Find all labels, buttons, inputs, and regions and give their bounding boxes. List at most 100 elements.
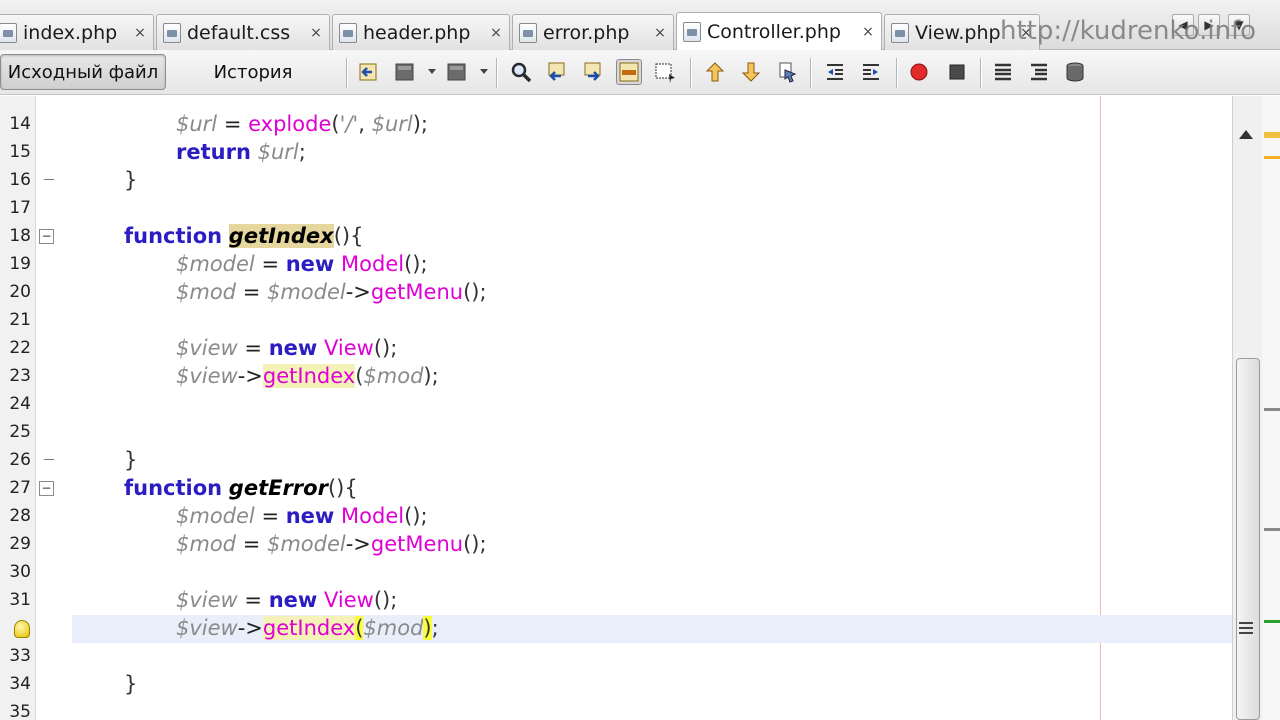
- code-line: 29 $mod = $model->getMenu();: [0, 530, 1232, 558]
- code-line: 20 $mod = $model->getMenu();: [0, 278, 1232, 306]
- occurrence-marker[interactable]: [1264, 528, 1280, 531]
- code-line: 27 − function getError(){: [0, 474, 1232, 502]
- toolbar-separator: [810, 58, 812, 88]
- fold-toggle-icon[interactable]: −: [39, 481, 54, 496]
- code-text: $model = new Model();: [176, 504, 428, 528]
- error-stripe[interactable]: [1262, 96, 1280, 720]
- code-line: 34 }: [0, 670, 1232, 698]
- code-text: $url = explode('/', $url);: [176, 112, 428, 136]
- hint-lightbulb-icon[interactable]: [14, 620, 30, 638]
- line-number: 29: [9, 534, 31, 554]
- code-line: 17: [0, 194, 1232, 222]
- next-bookmark-icon[interactable]: [738, 59, 764, 85]
- line-number: 26: [9, 450, 31, 470]
- line-number: 18: [9, 226, 31, 246]
- back-dropdown-icon[interactable]: [428, 69, 436, 74]
- forward-dropdown-icon[interactable]: [480, 69, 488, 74]
- code-text: }: [124, 448, 138, 472]
- tab-index-php[interactable]: index.php ×: [0, 14, 154, 50]
- tab-controller-php[interactable]: Controller.php ×: [676, 12, 882, 51]
- line-number: 15: [9, 142, 31, 162]
- grip-icon: [1239, 627, 1253, 629]
- database-icon[interactable]: [1062, 59, 1088, 85]
- back-icon[interactable]: [392, 59, 418, 85]
- code-text: $view->getIndex($mod);: [176, 616, 439, 640]
- code-line: 14 $url = explode('/', $url);: [0, 110, 1232, 138]
- find-previous-icon[interactable]: [544, 59, 570, 85]
- occurrence-marker[interactable]: [1264, 408, 1280, 411]
- code-line: 35: [0, 698, 1232, 720]
- grip-icon: [1239, 632, 1253, 634]
- toolbar-separator: [346, 58, 348, 88]
- code-text: function getIndex(){: [124, 224, 364, 248]
- previous-bookmark-icon[interactable]: [702, 59, 728, 85]
- shift-left-icon[interactable]: [822, 59, 848, 85]
- source-view-button[interactable]: Исходный файл: [0, 54, 166, 90]
- code-line: 25: [0, 418, 1232, 446]
- line-number: 24: [9, 394, 31, 414]
- code-line: 23 $view->getIndex($mod);: [0, 362, 1232, 390]
- line-number: 21: [9, 310, 31, 330]
- code-line: 15 return $url;: [0, 138, 1232, 166]
- shift-right-icon[interactable]: [858, 59, 884, 85]
- comment-icon[interactable]: [990, 59, 1016, 85]
- stop-macro-recording-icon[interactable]: [944, 59, 970, 85]
- line-number: 33: [9, 646, 31, 666]
- close-icon[interactable]: ×: [653, 25, 667, 41]
- vertical-scrollbar[interactable]: [1232, 96, 1262, 720]
- line-number: 30: [9, 562, 31, 582]
- code-line: 24: [0, 390, 1232, 418]
- scroll-up-arrow-icon[interactable]: [1239, 130, 1253, 139]
- find-icon[interactable]: [508, 59, 534, 85]
- code-text: $view = new View();: [176, 336, 398, 360]
- line-number: 27: [9, 478, 31, 498]
- tab-label: index.php: [23, 21, 118, 44]
- tab-label: error.php: [543, 21, 630, 44]
- close-icon[interactable]: ×: [309, 25, 323, 41]
- scrollbar-thumb[interactable]: [1236, 358, 1260, 720]
- tab-header-php[interactable]: header.php ×: [332, 14, 510, 50]
- line-number: 34: [9, 674, 31, 694]
- fold-toggle-icon[interactable]: −: [39, 229, 54, 244]
- forward-icon[interactable]: [444, 59, 470, 85]
- close-icon[interactable]: ×: [133, 25, 147, 41]
- toggle-highlight-search-icon[interactable]: [616, 59, 642, 85]
- code-text: function getError(){: [124, 476, 358, 500]
- code-line: 26 }: [0, 446, 1232, 474]
- fold-end-marker: [44, 459, 54, 460]
- tab-default-css[interactable]: default.css ×: [156, 14, 330, 50]
- line-number: 16: [9, 170, 31, 190]
- grip-icon: [1239, 622, 1253, 624]
- line-number: 22: [9, 338, 31, 358]
- toolbar-separator: [896, 58, 898, 88]
- find-next-icon[interactable]: [580, 59, 606, 85]
- code-editor[interactable]: 14 $url = explode('/', $url); 15 return …: [0, 96, 1232, 720]
- line-number: 23: [9, 366, 31, 386]
- code-line: 16 }: [0, 166, 1232, 194]
- close-icon[interactable]: ×: [861, 24, 875, 40]
- php-file-icon: [891, 22, 909, 43]
- uncomment-icon[interactable]: [1026, 59, 1052, 85]
- code-line: 30: [0, 558, 1232, 586]
- code-text: $mod = $model->getMenu();: [176, 280, 487, 304]
- toggle-bookmark-icon[interactable]: [774, 59, 800, 85]
- code-line: 22 $view = new View();: [0, 334, 1232, 362]
- line-number: 31: [9, 590, 31, 610]
- tab-label: View.php: [915, 21, 1001, 44]
- occurrence-marker[interactable]: [1264, 156, 1280, 159]
- toggle-rectangular-selection-icon[interactable]: [652, 59, 678, 85]
- watermark-text: http://kudrenko.info: [1000, 16, 1257, 46]
- history-view-button[interactable]: История: [190, 54, 316, 90]
- code-line-current: 32 $view->getIndex($mod);: [0, 614, 1232, 642]
- code-text: return $url;: [176, 140, 306, 164]
- close-icon[interactable]: ×: [489, 25, 503, 41]
- warning-marker[interactable]: [1264, 132, 1280, 138]
- code-line: 33: [0, 642, 1232, 670]
- tab-error-php[interactable]: error.php ×: [512, 14, 674, 50]
- toolbar-separator: [980, 58, 982, 88]
- last-edit-icon[interactable]: [356, 59, 382, 85]
- start-macro-recording-icon[interactable]: [906, 59, 932, 85]
- line-number: 28: [9, 506, 31, 526]
- toolbar-separator: [690, 58, 692, 88]
- code-text: $mod = $model->getMenu();: [176, 532, 487, 556]
